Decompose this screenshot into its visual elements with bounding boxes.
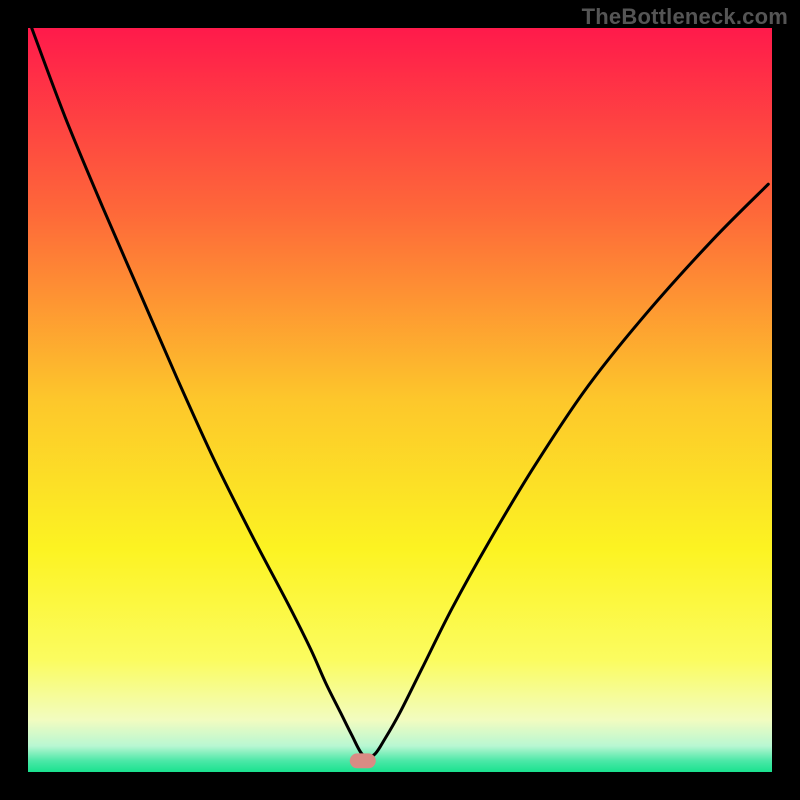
chart-svg [28, 28, 772, 772]
chart-frame: TheBottleneck.com [0, 0, 800, 800]
watermark-text: TheBottleneck.com [582, 4, 788, 30]
gradient-background [28, 28, 772, 772]
optimum-marker [350, 753, 376, 768]
plot-area [28, 28, 772, 772]
